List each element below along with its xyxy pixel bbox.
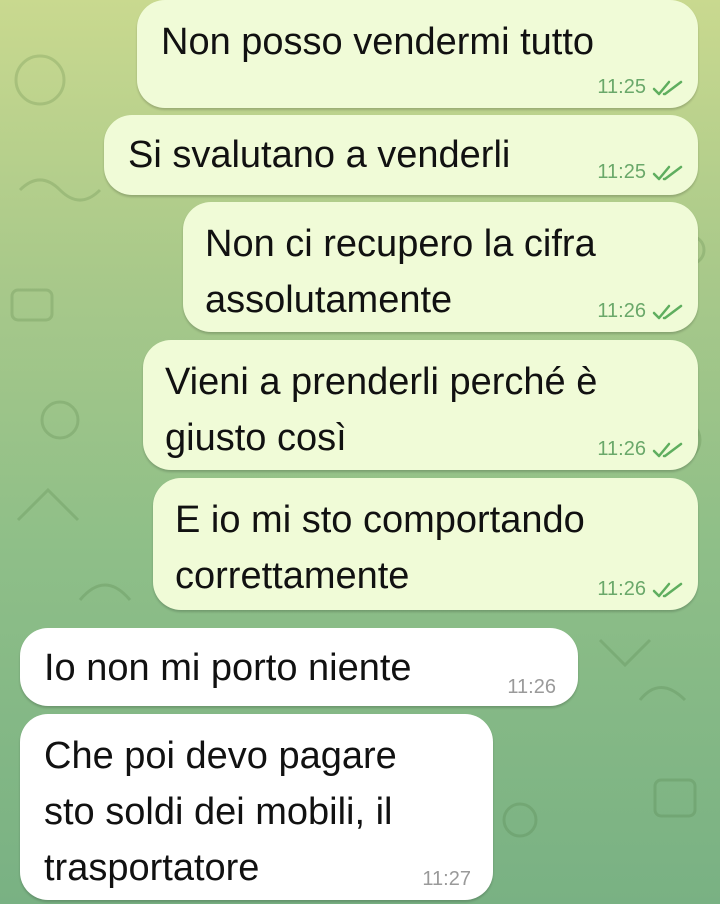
- double-check-icon: [652, 582, 683, 597]
- message-time: 11:25: [597, 161, 646, 183]
- message-meta: 11:26: [597, 438, 684, 461]
- message-time: 11:26: [597, 300, 646, 322]
- message-meta: 11:26: [597, 300, 684, 323]
- outgoing-message-bubble[interactable]: E io mi sto comportando correttamente 11…: [153, 478, 698, 610]
- message-meta: 11:26: [597, 578, 684, 601]
- message-text: Non posso vendermi tutto: [161, 21, 595, 63]
- double-check-icon: [652, 304, 683, 319]
- message-meta: 11:25: [597, 161, 684, 184]
- incoming-message-bubble[interactable]: Che poi devo pagare sto soldi dei mobili…: [20, 714, 493, 900]
- message-time: 11:26: [507, 676, 556, 698]
- message-time: 11:26: [597, 438, 646, 460]
- message-text: Non ci recupero la cifra assolutamente: [205, 223, 596, 321]
- message-text: E io mi sto comportando correttamente: [175, 499, 585, 597]
- message-time: 11:25: [597, 76, 646, 98]
- message-meta: 11:26: [507, 676, 556, 699]
- message-meta: 11:25: [597, 76, 684, 99]
- message-time: 11:27: [422, 868, 471, 890]
- incoming-message-bubble[interactable]: Io non mi porto niente 11:26: [20, 628, 578, 706]
- double-check-icon: [652, 80, 683, 95]
- outgoing-message-bubble[interactable]: Non posso vendermi tutto 11:25: [137, 0, 698, 108]
- double-check-icon: [652, 442, 683, 457]
- chat-messages-area[interactable]: Non posso vendermi tutto 11:25 Si svalut…: [0, 0, 720, 904]
- double-check-icon: [652, 165, 683, 180]
- message-text: Che poi devo pagare sto soldi dei mobili…: [44, 735, 397, 889]
- outgoing-message-bubble[interactable]: Vieni a prenderli perché è giusto così 1…: [143, 340, 698, 470]
- outgoing-message-bubble[interactable]: Si svalutano a venderli 11:25: [104, 115, 698, 195]
- message-time: 11:26: [597, 578, 646, 600]
- message-text: Io non mi porto niente: [44, 647, 412, 689]
- outgoing-message-bubble[interactable]: Non ci recupero la cifra assolutamente 1…: [183, 202, 698, 332]
- message-text: Si svalutano a venderli: [128, 134, 511, 176]
- message-meta: 11:27: [422, 868, 471, 891]
- message-text: Vieni a prenderli perché è giusto così: [165, 361, 598, 459]
